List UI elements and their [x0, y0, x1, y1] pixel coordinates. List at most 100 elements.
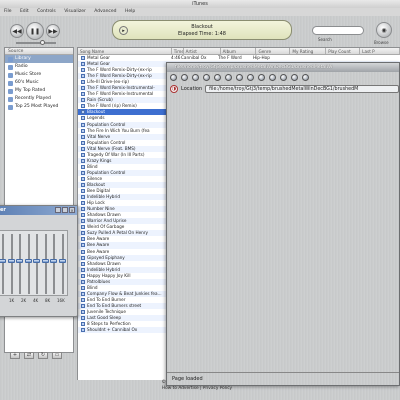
menu-visualizer[interactable]: Visualizer	[64, 9, 86, 14]
previous-button[interactable]: ◀◀	[10, 24, 24, 38]
repeat-button[interactable]: ↻	[38, 352, 48, 359]
track-checkbox[interactable]	[81, 273, 85, 278]
eq-minimize-button[interactable]	[55, 207, 61, 213]
track-checkbox[interactable]	[81, 285, 85, 290]
up-icon[interactable]	[192, 74, 199, 81]
track-checkbox[interactable]	[81, 128, 85, 133]
track-checkbox[interactable]	[81, 92, 85, 97]
track-checkbox[interactable]	[81, 207, 85, 212]
track-checkbox[interactable]	[81, 328, 85, 333]
menu-advanced[interactable]: Advanced	[94, 9, 116, 14]
paste-icon[interactable]	[258, 74, 265, 81]
track-checkbox[interactable]	[81, 158, 85, 163]
eq-slider[interactable]	[50, 234, 57, 294]
eq-slider-knob[interactable]	[33, 259, 40, 263]
add-playlist-button[interactable]: +	[10, 352, 20, 359]
shuffle-button[interactable]: ⇄	[24, 352, 34, 359]
eq-slider[interactable]	[16, 234, 23, 294]
eq-maximize-button[interactable]	[62, 207, 68, 213]
eq-slider[interactable]	[24, 234, 32, 294]
cut-icon[interactable]	[236, 74, 243, 81]
track-checkbox[interactable]	[81, 134, 85, 139]
pause-button[interactable]: ❚❚	[26, 22, 44, 40]
track-checkbox[interactable]	[81, 219, 85, 224]
track-checkbox[interactable]	[81, 291, 85, 296]
gear-icon[interactable]	[302, 74, 309, 81]
track-checkbox[interactable]	[81, 261, 85, 266]
column-artist[interactable]: Artist	[184, 48, 221, 54]
volume-slider[interactable]	[16, 40, 56, 45]
location-input[interactable]: file:/home/troy/Gtj3/temp/brushedMetalWi…	[205, 84, 399, 93]
column-my-rating[interactable]: My Rating	[290, 48, 327, 54]
zoom-out-icon[interactable]	[291, 74, 298, 81]
stop-icon[interactable]	[225, 74, 232, 81]
track-checkbox[interactable]	[81, 74, 85, 79]
location-clear-icon[interactable]: ◑	[170, 84, 178, 93]
source-item[interactable]: 60's Music	[5, 79, 73, 87]
track-checkbox[interactable]	[81, 62, 85, 67]
track-checkbox[interactable]	[81, 170, 85, 175]
source-item[interactable]: Library	[5, 55, 73, 63]
track-checkbox[interactable]	[81, 303, 85, 308]
track-checkbox[interactable]	[81, 189, 85, 194]
track-checkbox[interactable]	[81, 243, 85, 248]
volume-knob[interactable]	[40, 40, 45, 45]
artwork-button[interactable]: ▭	[52, 352, 62, 359]
column-song-name[interactable]: Song Name	[78, 48, 172, 54]
eq-slider[interactable]	[7, 234, 15, 294]
track-checkbox[interactable]	[81, 140, 85, 145]
column-time[interactable]: Time	[172, 48, 184, 54]
track-checkbox[interactable]	[81, 316, 85, 321]
track-checkbox[interactable]	[81, 279, 85, 284]
forward-icon[interactable]	[181, 74, 188, 81]
column-play-count[interactable]: Play Count	[326, 48, 361, 54]
next-button[interactable]: ▶▶	[46, 24, 60, 38]
eq-slider-knob[interactable]	[7, 259, 15, 263]
column-last-played[interactable]: Last P	[360, 48, 400, 54]
track-checkbox[interactable]	[81, 201, 85, 206]
source-item[interactable]: Recently Played	[5, 95, 73, 103]
track-checkbox[interactable]	[81, 182, 85, 187]
source-item[interactable]: Radio	[5, 63, 73, 71]
source-header[interactable]: Source	[5, 48, 73, 55]
track-checkbox[interactable]	[81, 322, 85, 327]
print-icon[interactable]	[269, 74, 276, 81]
track-checkbox[interactable]	[81, 146, 85, 151]
track-checkbox[interactable]	[81, 255, 85, 260]
elapsed-time[interactable]: Elapsed Time: 1:48	[113, 31, 291, 38]
zoom-in-icon[interactable]	[280, 74, 287, 81]
menu-help[interactable]: Help	[125, 9, 135, 14]
status-links[interactable]: How to Advertise | Privacy Policy	[77, 386, 317, 392]
track-checkbox[interactable]	[81, 98, 85, 103]
track-checkbox[interactable]	[81, 176, 85, 181]
track-checkbox[interactable]	[81, 164, 85, 169]
track-checkbox[interactable]	[81, 231, 85, 236]
track-checkbox[interactable]	[81, 80, 85, 85]
home-icon[interactable]	[214, 74, 221, 81]
source-item[interactable]: My Top Rated	[5, 87, 73, 95]
track-checkbox[interactable]	[81, 237, 85, 242]
eq-close-button[interactable]: ×	[69, 207, 75, 213]
track-checkbox[interactable]	[81, 68, 85, 73]
play-status-icon[interactable]: ▸	[119, 26, 128, 35]
track-checkbox[interactable]	[81, 116, 85, 121]
eq-slider-knob[interactable]	[41, 259, 49, 263]
track-checkbox[interactable]	[81, 309, 85, 314]
eq-slider-knob[interactable]	[0, 259, 6, 263]
search-input[interactable]	[312, 26, 364, 35]
copy-icon[interactable]	[247, 74, 254, 81]
track-checkbox[interactable]	[81, 297, 85, 302]
eq-slider[interactable]	[33, 234, 40, 294]
track-checkbox[interactable]	[81, 122, 85, 127]
track-checkbox[interactable]	[81, 152, 85, 157]
source-item[interactable]: Top 25 Most Played	[5, 103, 73, 111]
eq-slider[interactable]	[0, 234, 6, 294]
menu-controls[interactable]: Controls	[37, 9, 56, 14]
track-checkbox[interactable]	[81, 56, 85, 60]
eq-slider-knob[interactable]	[16, 259, 23, 263]
eq-slider-knob[interactable]	[50, 259, 57, 263]
track-checkbox[interactable]	[81, 213, 85, 218]
track-checkbox[interactable]	[81, 249, 85, 254]
track-checkbox[interactable]	[81, 195, 85, 200]
track-checkbox[interactable]	[81, 267, 85, 272]
